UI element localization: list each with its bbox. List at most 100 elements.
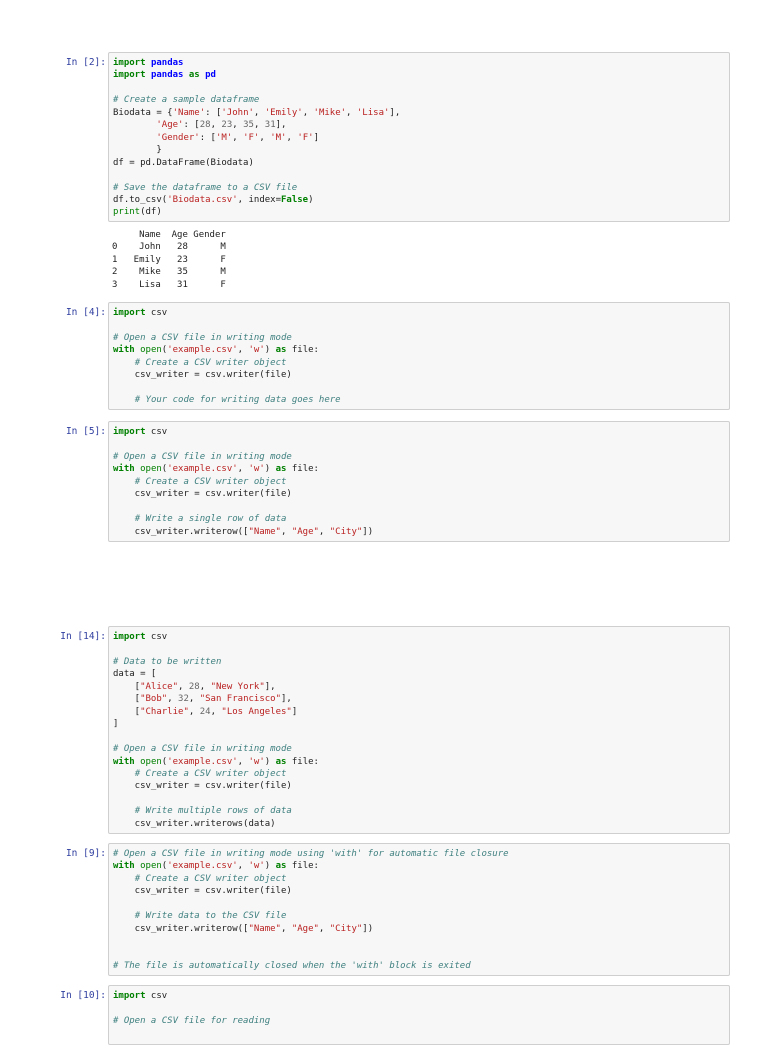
code-input-area[interactable]: import csv # Open a CSV file in writing … <box>108 302 730 410</box>
code-token: "Name" <box>248 526 281 537</box>
code-token: , <box>199 681 211 692</box>
code-token: 24 <box>199 706 211 717</box>
code-token: ], <box>264 681 276 692</box>
code-token: , <box>237 861 249 872</box>
code-token: : [ <box>199 132 216 143</box>
cell-output: Name Age Gender 0 John 28 M 1 Emily 23 F… <box>112 230 226 290</box>
code-token: df.to_csv( <box>113 194 168 205</box>
code-token: with <box>113 861 135 872</box>
code-token: 28 <box>199 120 211 131</box>
code-token: "Age" <box>291 923 319 934</box>
code-token: csv <box>145 632 168 642</box>
code-token: , <box>237 464 249 475</box>
code-token: # The file is automatically closed when … <box>113 961 471 972</box>
code-token: "Charlie" <box>140 706 189 717</box>
code-token: ]) <box>362 526 374 537</box>
code-token: 23 <box>221 120 233 131</box>
code-token: , index= <box>237 194 281 205</box>
code-token: 'Gender' <box>156 132 200 143</box>
code-token: , <box>167 694 179 705</box>
code-token: : [ <box>205 107 222 118</box>
code-token: import <box>113 70 146 81</box>
code-token: 'w' <box>248 345 265 356</box>
code-token: csv_writer.writerows(data) <box>113 818 276 829</box>
code-text: import pandas import pandas as pd # Crea… <box>113 57 725 219</box>
code-token: # Create a sample dataframe <box>113 95 260 106</box>
cell-prompt: In [9]: <box>65 848 106 859</box>
cell-prompt: In [2]: <box>65 57 106 68</box>
code-token: # Create a CSV writer object <box>134 476 287 487</box>
code-token: 'Name' <box>172 107 206 118</box>
code-token: csv_writer = csv.writer(file) <box>113 489 292 500</box>
code-token: # Open a CSV file in writing mode <box>113 744 292 755</box>
code-token: False <box>281 194 309 205</box>
code-token: "Bob" <box>140 694 168 705</box>
code-token: df = pd.DataFrame(Biodata) <box>113 157 254 168</box>
cell-prompt: In [4]: <box>65 307 106 318</box>
code-input-area[interactable]: import csv # Open a CSV file for reading <box>108 985 730 1045</box>
code-token: pandas <box>150 70 184 81</box>
code-token: , <box>253 120 265 131</box>
code-token: ]) <box>362 923 374 934</box>
code-token: , <box>318 526 330 537</box>
code-input-area[interactable]: import csv # Open a CSV file in writing … <box>108 421 730 542</box>
code-token: 'w' <box>248 756 265 767</box>
code-token: [ <box>113 694 141 705</box>
code-token: , <box>346 107 357 118</box>
code-token: , <box>280 526 292 537</box>
code-token: , <box>280 923 292 934</box>
code-token: , <box>232 120 244 131</box>
code-token: # Write a single row of data <box>134 514 287 525</box>
code-token: # Open a CSV file in writing mode <box>113 332 292 343</box>
code-token: as <box>275 345 287 356</box>
code-token: open <box>140 861 162 872</box>
code-token: ], <box>389 107 401 118</box>
code-token: as <box>275 756 287 767</box>
code-token: csv_writer = csv.writer(file) <box>113 886 292 897</box>
code-token: 'example.csv' <box>167 345 238 356</box>
code-input-area[interactable]: import csv # Data to be written data = [… <box>108 626 730 834</box>
code-token: csv <box>145 308 168 318</box>
code-token: 28 <box>188 681 200 692</box>
code-token: csv <box>145 991 168 1001</box>
code-token: "San Francisco" <box>199 694 281 705</box>
code-token: ] <box>113 719 119 730</box>
code-token: 'example.csv' <box>167 756 238 767</box>
code-token: "City" <box>329 526 363 537</box>
code-text: import csv # Open a CSV file for reading <box>113 990 725 1027</box>
code-token: with <box>113 345 135 356</box>
code-token: "Age" <box>291 526 319 537</box>
code-token: csv <box>145 427 168 437</box>
code-token: ) <box>264 345 276 356</box>
code-token: 'F' <box>297 132 314 143</box>
code-token: ], <box>275 120 287 131</box>
code-token: # Your code for writing data goes here <box>134 395 341 406</box>
code-token: # Save the dataframe to a CSV file <box>113 182 298 193</box>
code-input-area[interactable]: import pandas import pandas as pd # Crea… <box>108 52 730 222</box>
code-token: , <box>232 132 244 143</box>
code-token: # Create a CSV writer object <box>134 873 287 884</box>
code-token: # Write multiple rows of data <box>134 806 292 817</box>
code-token: (df) <box>140 207 162 218</box>
code-token: 'Age' <box>156 120 184 131</box>
code-token: 'Mike' <box>313 107 347 118</box>
code-token: 31 <box>264 120 276 131</box>
code-token: , <box>253 107 265 118</box>
code-token: 'Emily' <box>264 107 303 118</box>
code-token: csv_writer = csv.writer(file) <box>113 370 292 381</box>
code-token: , <box>302 107 314 118</box>
code-token: # Create a CSV writer object <box>134 357 287 368</box>
code-text: import csv # Open a CSV file in writing … <box>113 426 725 538</box>
code-token: 'example.csv' <box>167 861 238 872</box>
code-token: , <box>188 694 200 705</box>
code-input-area[interactable]: # Open a CSV file in writing mode using … <box>108 843 730 976</box>
code-token: as <box>188 70 200 81</box>
code-token: 'example.csv' <box>167 464 238 475</box>
code-token: "Name" <box>248 923 281 934</box>
cell-prompt: In [10]: <box>60 990 106 1001</box>
code-text: # Open a CSV file in writing mode using … <box>113 848 725 973</box>
